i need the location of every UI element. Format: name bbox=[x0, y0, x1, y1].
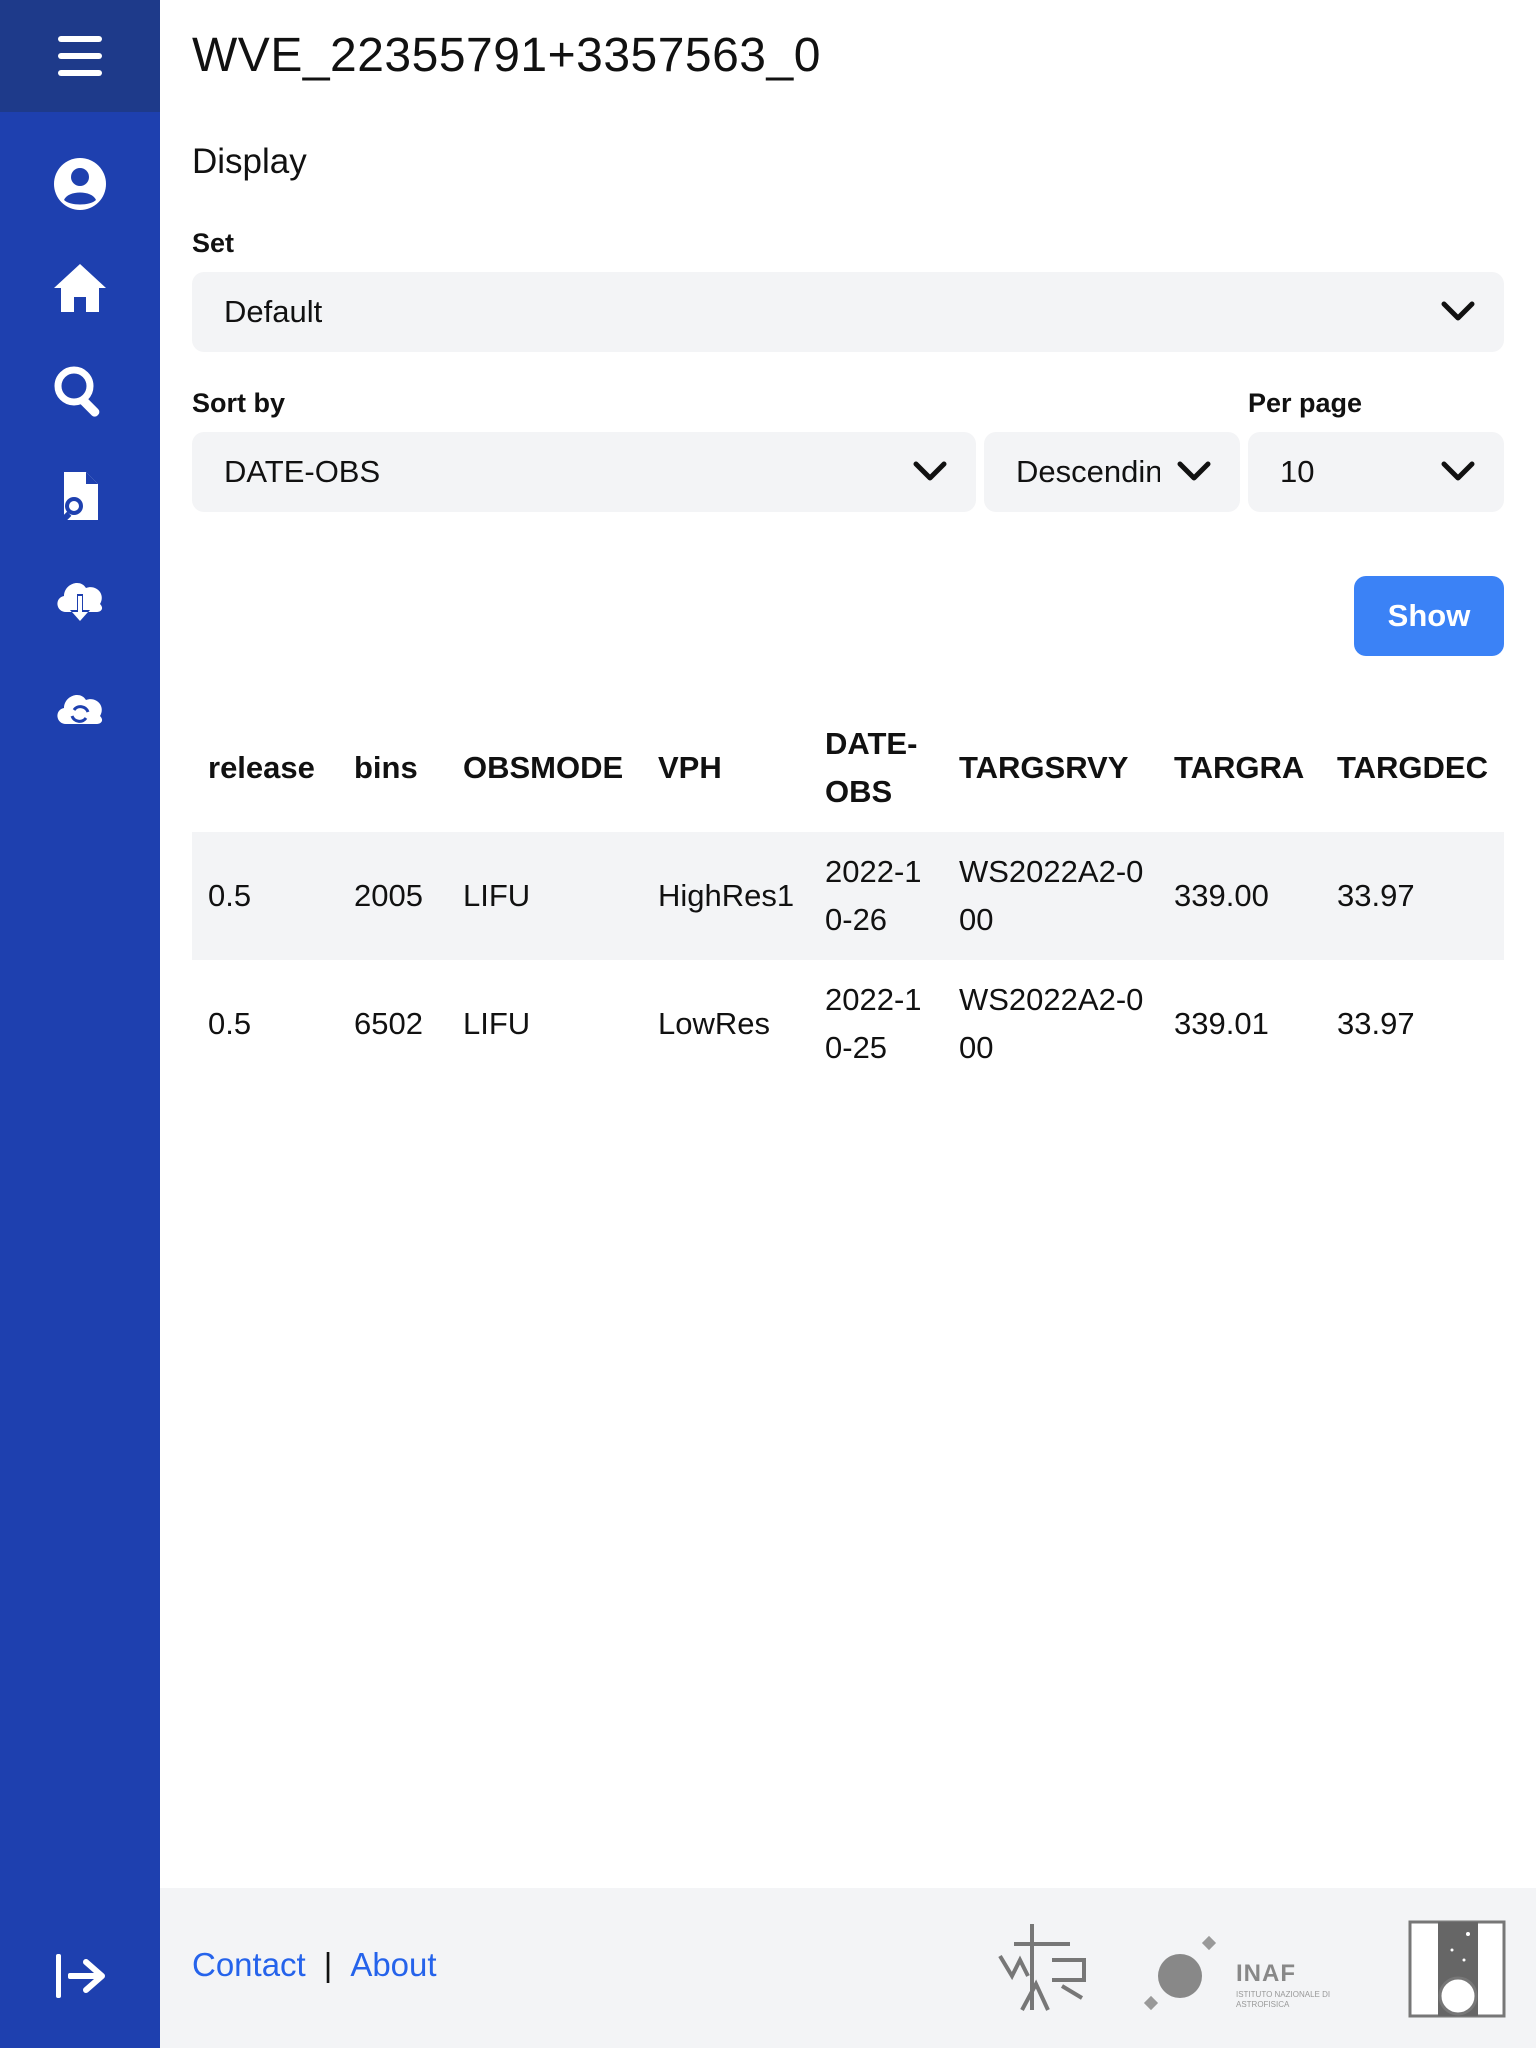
column-header-targsrvy[interactable]: TARGSRVY bbox=[959, 744, 1128, 792]
table-row[interactable]: 0.5 2005 LIFU HighRes1 2022-10-26 WS2022… bbox=[192, 832, 1504, 960]
chevron-down-icon bbox=[1440, 456, 1476, 488]
sort-by-select[interactable]: DATE-OBS bbox=[192, 432, 976, 512]
sidebar-item-home[interactable] bbox=[0, 248, 160, 328]
results-table: release bins OBSMODE VPH DATE-OBS TARGSR… bbox=[192, 704, 1504, 1088]
sidebar bbox=[0, 0, 160, 2048]
per-page-label: Per page bbox=[1248, 388, 1363, 418]
sort-order-value: Descending bbox=[1016, 454, 1160, 489]
cell-date-obs: 2022-10-25 bbox=[825, 982, 922, 1065]
table-row[interactable]: 0.5 6502 LIFU LowRes 2022-10-25 WS2022A2… bbox=[192, 960, 1504, 1088]
main-content: WVE_22355791+3357563_0 Display Set Defau… bbox=[160, 0, 1536, 1888]
sort-by-value: DATE-OBS bbox=[224, 454, 381, 489]
cell-release: 0.5 bbox=[208, 1006, 252, 1041]
per-page-select[interactable]: 10 bbox=[1248, 432, 1504, 512]
logout-icon bbox=[56, 1954, 105, 1998]
home-icon bbox=[54, 264, 106, 312]
sidebar-item-account[interactable] bbox=[0, 144, 160, 224]
footer: Contact | About INAF ISTITUTO NAZIONALE … bbox=[160, 1888, 1536, 2048]
column-header-date-obs[interactable]: DATE-OBS bbox=[825, 720, 935, 816]
cell-targdec: 33.97 bbox=[1337, 878, 1415, 913]
set-select[interactable]: Default bbox=[192, 272, 1504, 352]
sort-order-select[interactable]: Descending bbox=[984, 432, 1240, 512]
chevron-down-icon bbox=[1440, 296, 1476, 328]
column-header-vph[interactable]: VPH bbox=[658, 744, 722, 792]
about-link[interactable]: About bbox=[350, 1946, 436, 1984]
column-header-release[interactable]: release bbox=[208, 744, 315, 792]
cell-release: 0.5 bbox=[208, 878, 252, 913]
sidebar-item-search[interactable] bbox=[0, 352, 160, 432]
page-title: WVE_22355791+3357563_0 bbox=[192, 29, 821, 82]
display-section-title: Display bbox=[192, 142, 307, 181]
cloud-download-icon bbox=[57, 582, 103, 622]
set-select-value: Default bbox=[224, 294, 323, 329]
cell-bins: 2005 bbox=[354, 878, 423, 913]
cell-targra: 339.00 bbox=[1174, 878, 1269, 913]
show-button[interactable]: Show bbox=[1354, 576, 1504, 656]
set-label: Set bbox=[192, 228, 235, 258]
cell-vph: LowRes bbox=[658, 1006, 770, 1041]
table-header: release bins OBSMODE VPH DATE-OBS TARGSR… bbox=[192, 704, 1504, 832]
sort-by-label: Sort by bbox=[192, 388, 286, 418]
file-search-icon bbox=[58, 472, 98, 524]
cell-date-obs: 2022-10-26 bbox=[825, 854, 922, 937]
column-header-obsmode[interactable]: OBSMODE bbox=[463, 744, 623, 792]
cell-targsrvy: WS2022A2-000 bbox=[959, 854, 1144, 937]
telescope-logo bbox=[1408, 1920, 1506, 2018]
search-icon bbox=[54, 366, 100, 417]
contact-link[interactable]: Contact bbox=[192, 1946, 306, 1984]
cell-obsmode: LIFU bbox=[463, 1006, 531, 1041]
inaf-logo-text: INAF bbox=[1236, 1960, 1296, 1987]
cell-vph: HighRes1 bbox=[658, 878, 795, 913]
footer-separator: | bbox=[323, 1946, 333, 1983]
column-header-targdec[interactable]: TARGDEC bbox=[1337, 744, 1488, 792]
cell-targra: 339.01 bbox=[1174, 1006, 1269, 1041]
sidebar-item-download[interactable] bbox=[0, 560, 160, 640]
sidebar-item-sync[interactable] bbox=[0, 664, 160, 744]
column-header-bins[interactable]: bins bbox=[354, 744, 418, 792]
weave-logo bbox=[998, 1924, 1086, 2011]
per-page-value: 10 bbox=[1280, 454, 1315, 489]
cloud-sync-icon bbox=[57, 694, 103, 724]
footer-links: Contact | About bbox=[192, 1946, 437, 1984]
menu-button[interactable] bbox=[0, 0, 160, 112]
cell-obsmode: LIFU bbox=[463, 878, 531, 913]
chevron-down-icon bbox=[1176, 456, 1212, 488]
chevron-down-icon bbox=[912, 456, 948, 488]
menu-icon bbox=[58, 36, 102, 76]
cell-targdec: 33.97 bbox=[1337, 1006, 1415, 1041]
inaf-logo-subtext: ISTITUTO NAZIONALE DI ASTROFISICA bbox=[1236, 1990, 1331, 2009]
logout-button[interactable] bbox=[0, 1936, 160, 2016]
cell-bins: 6502 bbox=[354, 1006, 423, 1041]
cell-targsrvy: WS2022A2-000 bbox=[959, 982, 1144, 1065]
column-header-targra[interactable]: TARGRA bbox=[1174, 744, 1304, 792]
user-circle-icon bbox=[54, 158, 106, 210]
sidebar-item-file-search[interactable] bbox=[0, 456, 160, 536]
